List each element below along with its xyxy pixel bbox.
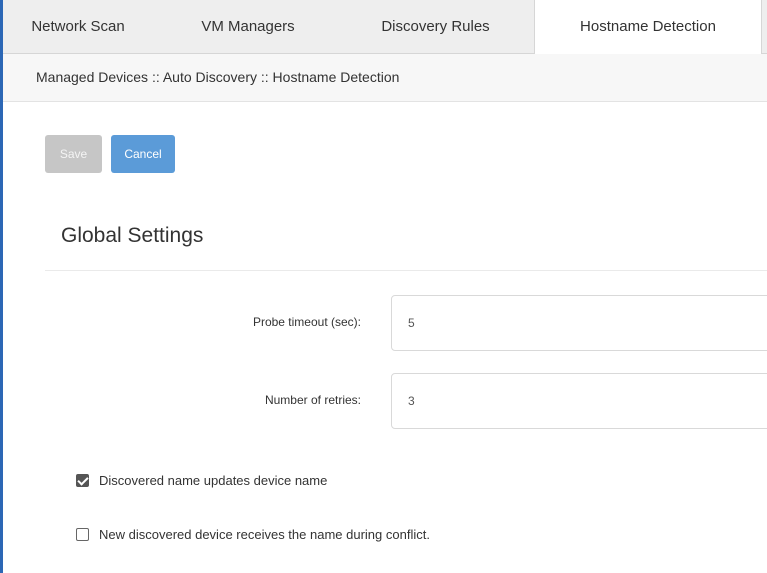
tab-vm-managers[interactable]: VM Managers: [178, 0, 318, 53]
conflict-name-label[interactable]: New discovered device receives the name …: [99, 527, 430, 542]
tab-bar: Network Scan VM Managers Discovery Rules…: [3, 0, 767, 54]
probe-timeout-input[interactable]: 5: [391, 295, 767, 351]
tab-network-scan[interactable]: Network Scan: [3, 0, 153, 53]
save-button[interactable]: Save: [45, 135, 102, 173]
tab-discovery-rules[interactable]: Discovery Rules: [348, 0, 523, 53]
breadcrumb-bar: Managed Devices :: Auto Discovery :: Hos…: [3, 54, 767, 102]
section-divider: [45, 270, 767, 271]
retries-label: Number of retries:: [264, 393, 361, 407]
cancel-button[interactable]: Cancel: [111, 135, 175, 173]
probe-timeout-label: Probe timeout (sec):: [252, 315, 361, 329]
section-title: Global Settings: [61, 224, 204, 247]
tab-hostname-detection[interactable]: Hostname Detection: [534, 0, 762, 54]
breadcrumb: Managed Devices :: Auto Discovery :: Hos…: [36, 69, 400, 85]
retries-input[interactable]: 3: [391, 373, 767, 429]
update-name-checkbox[interactable]: [76, 474, 89, 487]
conflict-name-checkbox[interactable]: [76, 528, 89, 541]
update-name-label[interactable]: Discovered name updates device name: [99, 473, 327, 488]
